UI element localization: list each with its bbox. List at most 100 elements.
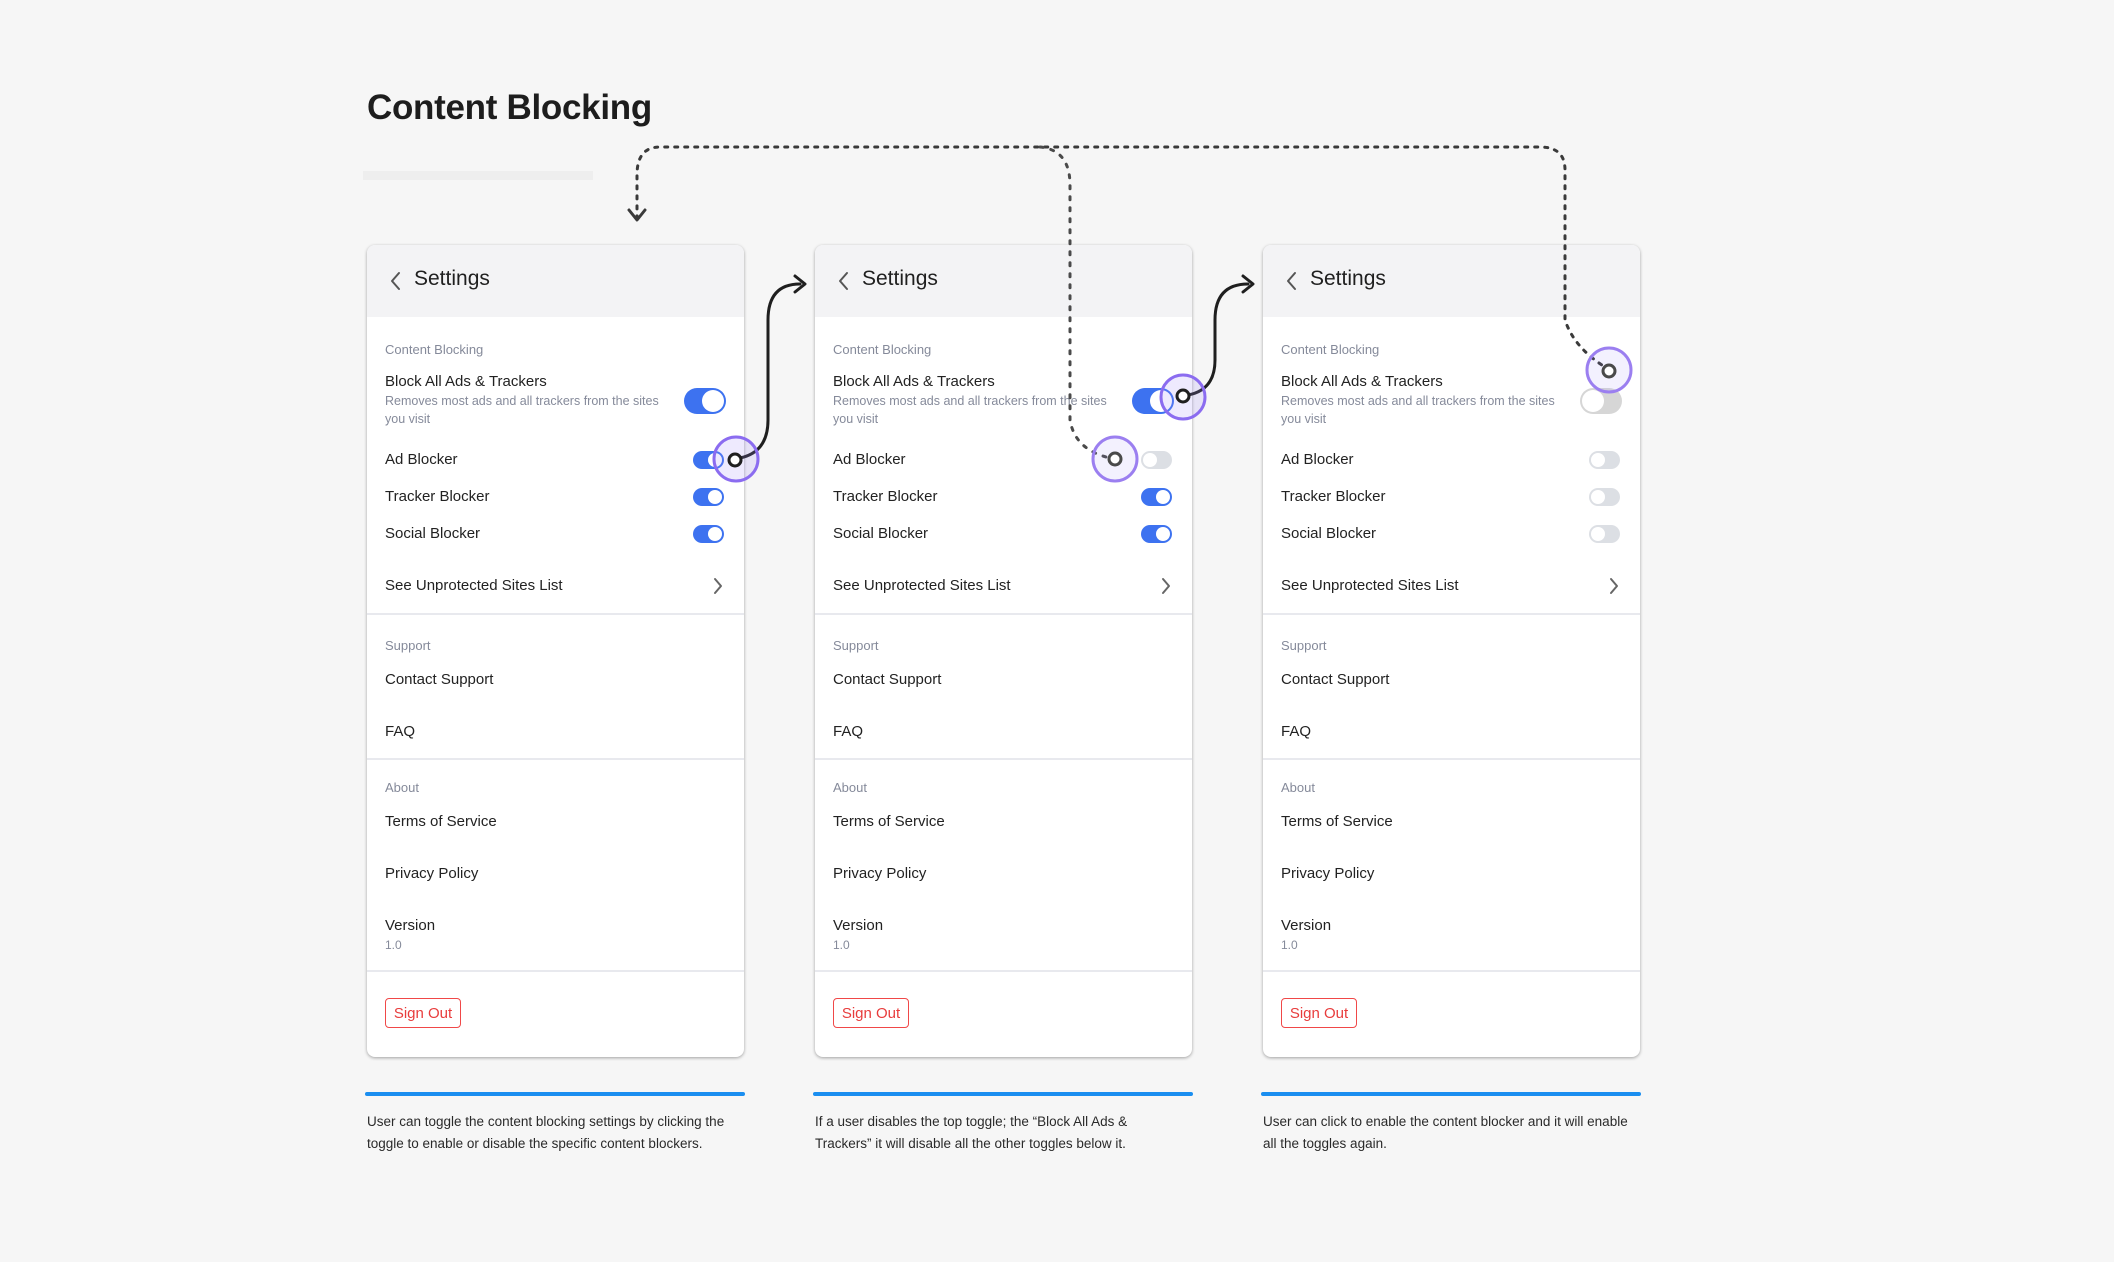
privacy-link[interactable]: Privacy Policy	[833, 865, 926, 882]
ad-blocker-label: Ad Blocker	[1281, 451, 1354, 468]
social-blocker-toggle[interactable]	[1141, 525, 1172, 543]
ad-blocker-label: Ad Blocker	[385, 451, 458, 468]
sign-out-button[interactable]: Sign Out	[833, 998, 909, 1028]
toggle-knob	[708, 453, 722, 467]
version-label: Version	[385, 917, 436, 934]
toggle-knob	[1591, 453, 1605, 467]
divider	[815, 613, 1192, 615]
chevron-right-icon[interactable]	[1608, 577, 1620, 595]
unprotected-sites-link[interactable]: See Unprotected Sites List	[385, 577, 563, 594]
privacy-link[interactable]: Privacy Policy	[1281, 865, 1374, 882]
section-label-about: About	[833, 780, 867, 795]
contact-support-link[interactable]: Contact Support	[385, 671, 493, 688]
back-chevron-icon[interactable]	[1285, 270, 1299, 292]
toggle-knob	[1591, 527, 1605, 541]
social-blocker-label: Social Blocker	[385, 525, 481, 542]
step-caption: User can click to enable the content blo…	[1263, 1114, 1628, 1151]
header: Settings	[1263, 245, 1640, 317]
flow-arrow-1	[738, 282, 802, 460]
section-label-content-blocking: Content Blocking	[385, 342, 484, 357]
section-label-support: Support	[833, 638, 879, 653]
settings-screen: Settings Content Blocking Block All Ads …	[367, 245, 744, 1057]
section-label-about: About	[1281, 780, 1315, 795]
flow-arrow-2	[1186, 282, 1250, 397]
toggle-knob	[1143, 453, 1157, 467]
block-all-label: Block All Ads & Trackers	[1281, 373, 1443, 390]
block-all-toggle[interactable]	[684, 388, 726, 414]
flow-arrow-1-head-icon	[793, 274, 807, 294]
divider	[1263, 613, 1640, 615]
terms-link[interactable]: Terms of Service	[1281, 813, 1393, 830]
tracker-blocker-toggle[interactable]	[1589, 488, 1620, 506]
flow-arrow-2-head-icon	[1241, 274, 1255, 294]
block-all-description: Removes most ads and all trackers from t…	[385, 394, 659, 426]
tracker-blocker-label: Tracker Blocker	[385, 488, 490, 505]
block-all-label: Block All Ads & Trackers	[385, 373, 547, 390]
back-chevron-icon[interactable]	[837, 270, 851, 292]
divider	[815, 758, 1192, 760]
settings-screen: Settings Content Blocking Block All Ads …	[815, 245, 1192, 1057]
settings-screen: Settings Content Blocking Block All Ads …	[1263, 245, 1640, 1057]
block-all-toggle[interactable]	[1580, 388, 1622, 414]
section-label-content-blocking: Content Blocking	[833, 342, 932, 357]
section-label-support: Support	[385, 638, 431, 653]
divider	[815, 970, 1192, 972]
toggle-knob	[708, 527, 722, 541]
faq-link[interactable]: FAQ	[833, 723, 863, 740]
header: Settings	[367, 245, 744, 317]
contact-support-link[interactable]: Contact Support	[1281, 671, 1389, 688]
toggle-knob	[1150, 390, 1172, 412]
ad-blocker-label: Ad Blocker	[833, 451, 906, 468]
social-blocker-toggle[interactable]	[1589, 525, 1620, 543]
caption-accent-bar	[365, 1092, 745, 1096]
header: Settings	[815, 245, 1192, 317]
toggle-knob	[1591, 490, 1605, 504]
section-label-support: Support	[1281, 638, 1327, 653]
chevron-right-icon[interactable]	[712, 577, 724, 595]
tracker-blocker-toggle[interactable]	[693, 488, 724, 506]
section-label-content-blocking: Content Blocking	[1281, 342, 1380, 357]
sign-out-button[interactable]: Sign Out	[385, 998, 461, 1028]
divider	[1263, 758, 1640, 760]
sign-out-button[interactable]: Sign Out	[1281, 998, 1357, 1028]
tracker-blocker-label: Tracker Blocker	[1281, 488, 1386, 505]
social-blocker-toggle[interactable]	[693, 525, 724, 543]
block-all-label: Block All Ads & Trackers	[833, 373, 995, 390]
header-title: Settings	[414, 267, 490, 290]
version-label: Version	[833, 917, 884, 934]
toggle-knob	[1156, 527, 1170, 541]
block-all-toggle[interactable]	[1132, 388, 1174, 414]
faq-link[interactable]: FAQ	[385, 723, 415, 740]
privacy-link[interactable]: Privacy Policy	[385, 865, 478, 882]
contact-support-link[interactable]: Contact Support	[833, 671, 941, 688]
back-chevron-icon[interactable]	[389, 270, 403, 292]
social-blocker-label: Social Blocker	[1281, 525, 1377, 542]
ad-blocker-toggle[interactable]	[1589, 451, 1620, 469]
section-label-about: About	[385, 780, 419, 795]
step-caption: If a user disables the top toggle; the “…	[815, 1114, 1128, 1151]
toggle-knob	[702, 390, 724, 412]
divider	[1263, 970, 1640, 972]
version-value: 1.0	[833, 938, 850, 952]
faq-link[interactable]: FAQ	[1281, 723, 1311, 740]
unprotected-sites-link[interactable]: See Unprotected Sites List	[1281, 577, 1459, 594]
divider	[367, 758, 744, 760]
step-caption: User can toggle the content blocking set…	[367, 1114, 725, 1151]
toggle-knob	[1582, 390, 1604, 412]
tracker-blocker-toggle[interactable]	[1141, 488, 1172, 506]
caption-accent-bar	[1261, 1092, 1641, 1096]
terms-link[interactable]: Terms of Service	[385, 813, 497, 830]
ad-blocker-toggle[interactable]	[1141, 451, 1172, 469]
block-all-description: Removes most ads and all trackers from t…	[833, 394, 1107, 426]
toggle-knob	[708, 490, 722, 504]
placeholder-bar	[363, 171, 593, 180]
unprotected-sites-link[interactable]: See Unprotected Sites List	[833, 577, 1011, 594]
chevron-right-icon[interactable]	[1160, 577, 1172, 595]
divider	[367, 613, 744, 615]
ad-blocker-toggle[interactable]	[693, 451, 724, 469]
version-value: 1.0	[1281, 938, 1298, 952]
terms-link[interactable]: Terms of Service	[833, 813, 945, 830]
header-title: Settings	[862, 267, 938, 290]
page-title: Content Blocking	[367, 88, 652, 127]
version-label: Version	[1281, 917, 1332, 934]
